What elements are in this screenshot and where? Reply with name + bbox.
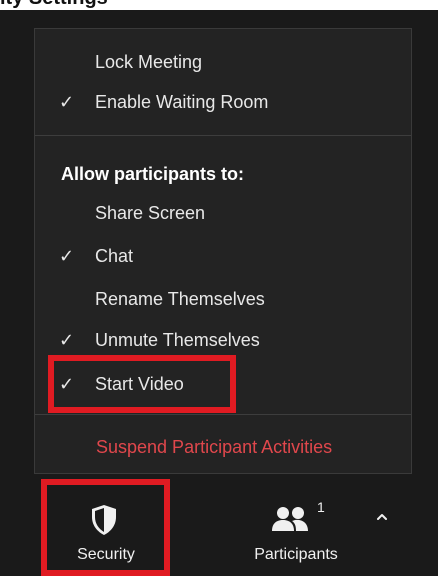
share-screen-label: Share Screen [95,203,206,223]
menu-item-chat[interactable]: ✓ Chat [35,236,411,276]
rename-themselves-label: Rename Themselves [95,289,265,309]
page-heading-partial: ity Settings [0,0,108,10]
checkmark-icon: ✓ [59,374,75,394]
allow-participants-heading: Allow participants to: [61,164,245,184]
menu-item-rename-themselves[interactable]: Rename Themselves [35,279,411,319]
chat-label: Chat [95,246,134,266]
lock-meeting-label: Lock Meeting [95,52,203,72]
shield-icon [92,505,116,535]
participants-button[interactable]: 1 Participants [226,484,366,576]
security-menu: Lock Meeting ✓ Enable Waiting Room Allow… [34,28,412,474]
menu-item-unmute-themselves[interactable]: ✓ Unmute Themselves [35,320,411,360]
menu-item-suspend-participant-activities[interactable]: Suspend Participant Activities [35,427,411,467]
security-button[interactable]: Security [44,484,168,576]
menu-item-share-screen[interactable]: Share Screen [35,193,411,233]
menu-item-enable-waiting-room[interactable]: ✓ Enable Waiting Room [35,82,411,122]
participants-count-badge: 1 [317,499,325,515]
security-label: Security [77,546,135,563]
menu-divider [35,135,411,136]
caret-up-icon [377,514,387,520]
menu-item-lock-meeting[interactable]: Lock Meeting [35,42,411,82]
checkmark-icon: ✓ [59,92,75,112]
participants-icon [272,507,308,531]
menu-item-start-video[interactable]: ✓ Start Video [35,364,411,404]
suspend-participant-activities-label: Suspend Participant Activities [96,437,333,457]
enable-waiting-room-label: Enable Waiting Room [95,92,269,112]
menu-divider [35,414,411,415]
checkmark-icon: ✓ [59,246,75,266]
checkmark-icon: ✓ [59,330,75,350]
participants-label: Participants [254,546,338,563]
unmute-themselves-label: Unmute Themselves [95,330,260,350]
participants-options-button[interactable] [369,504,395,530]
start-video-label: Start Video [95,374,184,394]
